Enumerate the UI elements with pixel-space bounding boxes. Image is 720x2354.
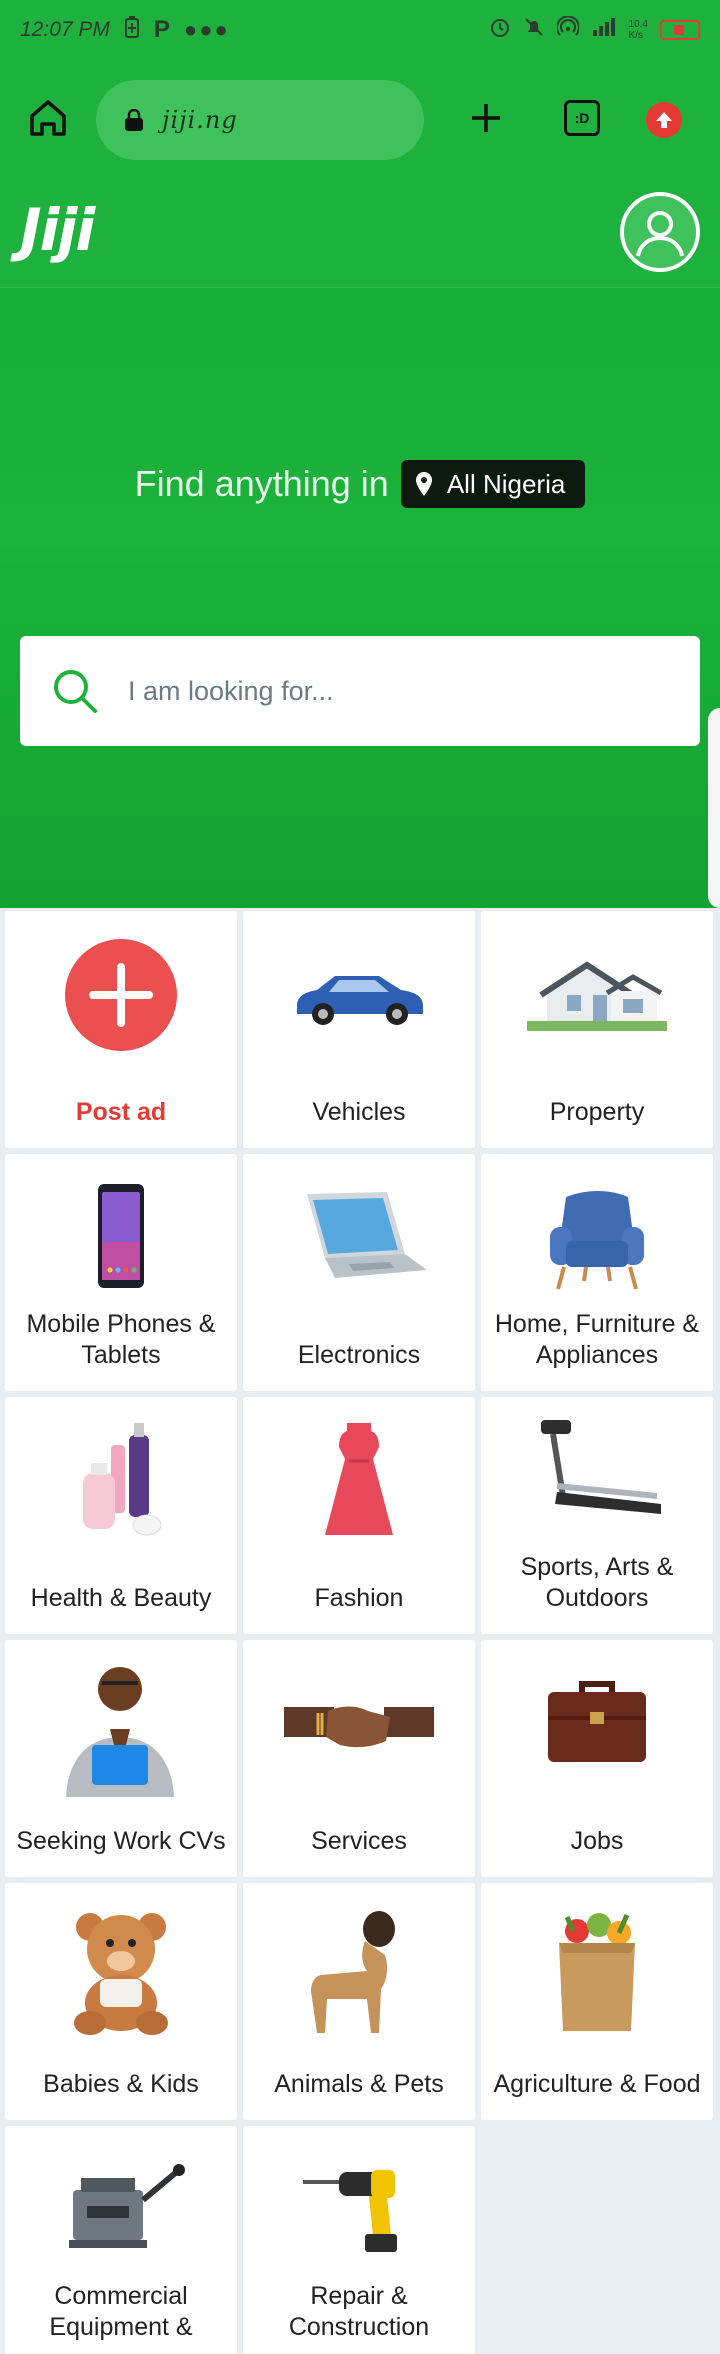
empty-tile [481, 2126, 713, 2354]
url-text: jiji.ng [162, 106, 238, 134]
treadmill-icon [522, 1411, 672, 1531]
network-speed: 10.4 K/s [628, 19, 648, 41]
category-label: Sports, Arts & Outdoors [520, 1553, 674, 1612]
user-avatar-icon [636, 211, 684, 257]
category-home-furniture[interactable]: Home, Furniture & Appliances [481, 1154, 713, 1391]
category-babies-kids[interactable]: Babies & Kids [5, 1883, 237, 2120]
home-icon [30, 100, 66, 136]
category-vehicles[interactable]: Vehicles [243, 911, 475, 1148]
laptop-icon [284, 1178, 434, 1298]
profile-button[interactable] [620, 192, 700, 272]
category-label: Post ad [75, 1098, 167, 1126]
category-services[interactable]: Services [243, 1640, 475, 1877]
jiji-logo[interactable]: Jiji [20, 196, 95, 264]
category-electronics[interactable]: Electronics [243, 1154, 475, 1391]
mute-icon [523, 16, 545, 44]
category-sports-arts[interactable]: Sports, Arts & Outdoors [481, 1397, 713, 1634]
battery-saver-icon [124, 16, 140, 44]
arrow-up-icon [656, 112, 672, 128]
category-jobs[interactable]: Jobs [481, 1640, 713, 1877]
category-agriculture-food[interactable]: Agriculture & Food [481, 1883, 713, 2120]
signal-icon [591, 16, 617, 44]
status-time: 12:07 PM [20, 18, 110, 41]
category-commercial-equipment[interactable]: Commercial Equipment & [5, 2126, 237, 2354]
category-label: Vehicles [312, 1098, 406, 1126]
cosmetics-icon [46, 1421, 196, 1541]
scroll-handle[interactable] [708, 708, 720, 908]
teddy-bear-icon [46, 1907, 196, 2037]
category-label: Agriculture & Food [493, 2070, 701, 2098]
category-property[interactable]: Property [481, 911, 713, 1148]
category-fashion[interactable]: Fashion [243, 1397, 475, 1634]
handshake-icon [284, 1664, 434, 1784]
house-icon [522, 935, 672, 1055]
category-label: Repair & Construction [288, 2282, 430, 2341]
lock-icon [125, 109, 143, 131]
battery-icon [660, 20, 700, 40]
plus-icon [472, 104, 500, 132]
category-label: Commercial Equipment & [49, 2282, 193, 2341]
category-label: Fashion [314, 1584, 404, 1612]
grocery-bag-icon [522, 1907, 672, 2037]
armchair-icon [522, 1178, 672, 1298]
status-bar: 12:07 PM P ●●● 10.4 K/s [0, 0, 720, 60]
category-label: Animals & Pets [274, 2070, 444, 2098]
post-ad-icon [46, 935, 196, 1055]
more-dots-icon: ●●● [183, 17, 230, 42]
category-seeking-work[interactable]: Seeking Work CVs [5, 1640, 237, 1877]
map-pin-icon [415, 472, 432, 496]
category-repair-construction[interactable]: Repair & Construction [243, 2126, 475, 2354]
location-selector[interactable]: All Nigeria [400, 460, 586, 508]
hero-title: Find anything in All Nigeria [0, 460, 720, 508]
category-health-beauty[interactable]: Health & Beauty [5, 1397, 237, 1634]
search-input[interactable] [128, 675, 628, 707]
category-grid: Post ad Vehicles Property Mobile Phones … [0, 908, 720, 2354]
parking-icon: P [153, 16, 170, 43]
alarm-icon [489, 16, 511, 44]
hero-section: Find anything in All Nigeria [0, 288, 720, 908]
car-icon [284, 935, 434, 1055]
category-label: Health & Beauty [30, 1584, 212, 1612]
category-label: Electronics [297, 1341, 421, 1369]
category-label: Services [311, 1827, 407, 1855]
address-bar[interactable]: jiji.ng [96, 80, 424, 160]
job-seeker-icon [46, 1662, 196, 1797]
category-label: Home, Furniture & Appliances [494, 1310, 700, 1369]
hero-heading: Find anything in [134, 463, 389, 504]
search-box[interactable] [20, 636, 700, 746]
category-label: Babies & Kids [43, 2070, 199, 2098]
site-header: Jiji [0, 182, 720, 288]
location-label: All Nigeria [446, 468, 566, 499]
browser-toolbar: jiji.ng :D [0, 60, 720, 182]
home-button[interactable] [26, 96, 70, 140]
briefcase-icon [522, 1664, 672, 1784]
dog-icon [284, 1907, 434, 2037]
post-ad-tile[interactable]: Post ad [5, 911, 237, 1148]
pasta-machine-icon [46, 2150, 196, 2270]
category-animals-pets[interactable]: Animals & Pets [243, 1883, 475, 2120]
phone-icon [46, 1172, 196, 1300]
category-label: Property [549, 1098, 645, 1126]
tabs-button[interactable]: :D [564, 100, 600, 136]
hotspot-icon [555, 15, 580, 44]
dress-icon [284, 1421, 434, 1541]
category-label: Mobile Phones & Tablets [26, 1310, 216, 1369]
drill-icon [284, 2150, 434, 2270]
search-icon [54, 670, 97, 713]
category-label: Jobs [570, 1827, 624, 1855]
category-mobile-phones[interactable]: Mobile Phones & Tablets [5, 1154, 237, 1391]
update-button[interactable] [646, 102, 682, 138]
new-tab-button[interactable] [466, 98, 506, 138]
category-label: Seeking Work CVs [16, 1827, 226, 1855]
